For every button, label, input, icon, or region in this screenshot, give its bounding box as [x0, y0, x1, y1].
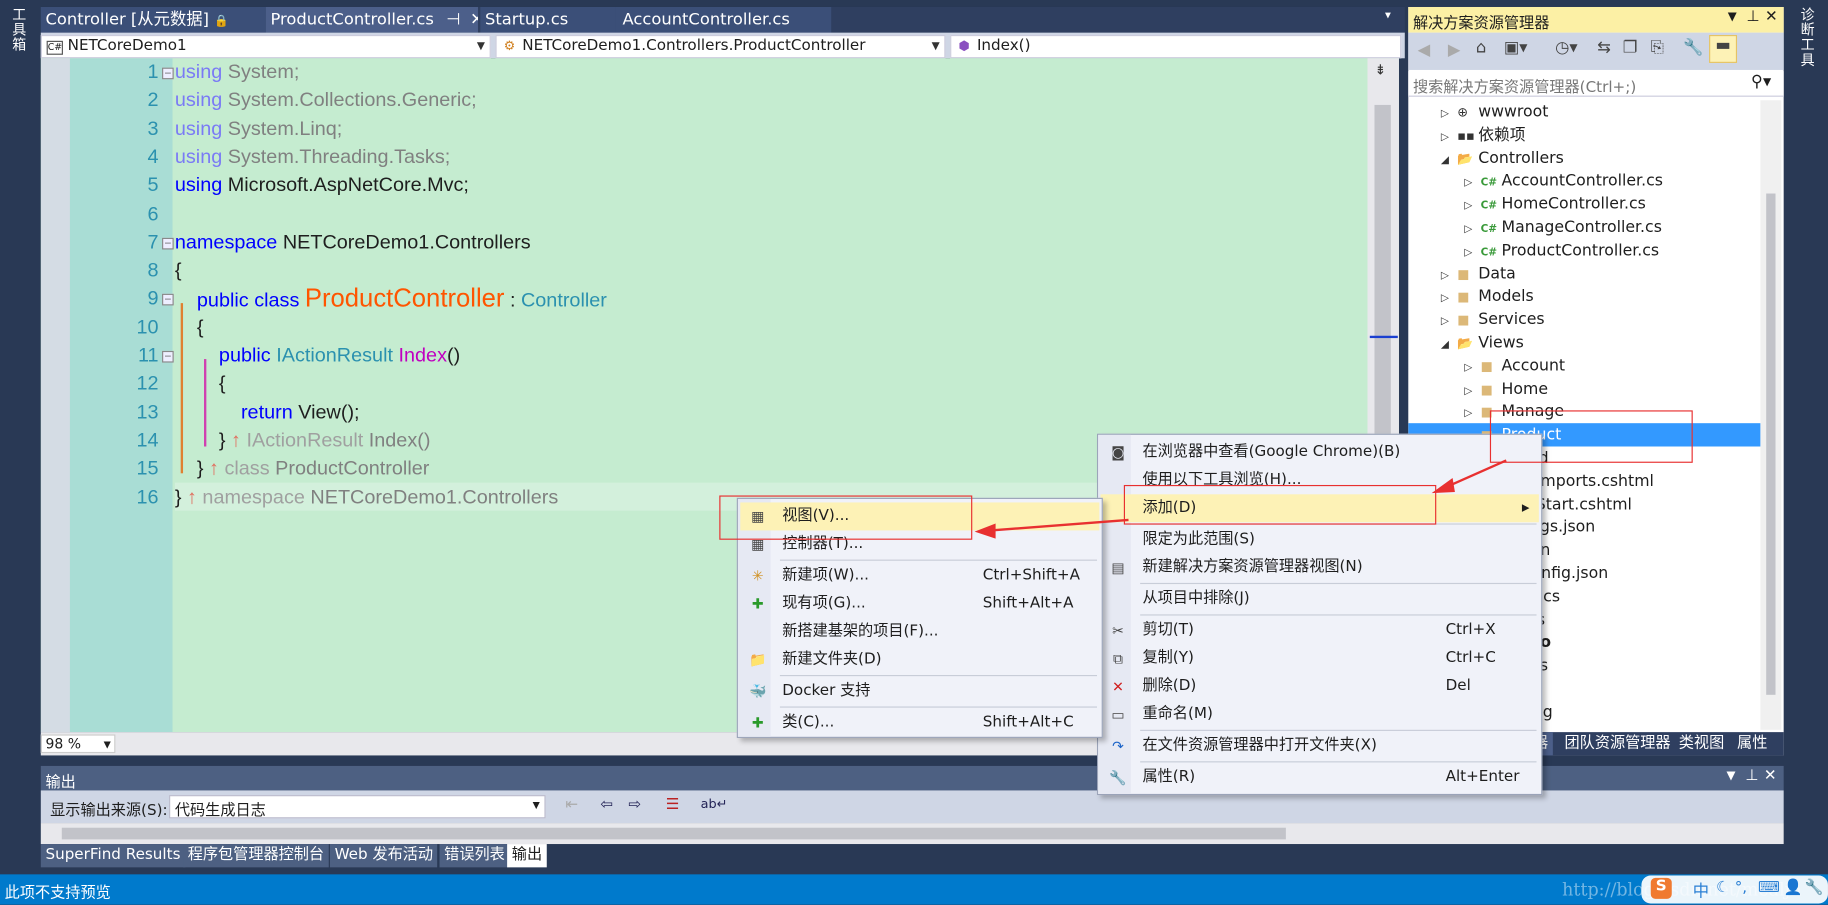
- annotation-arrows: [974, 459, 1507, 539]
- arrowhead-icon: [974, 523, 996, 539]
- arrow-line-2: [990, 518, 1129, 532]
- arrowhead-icon: [1431, 477, 1455, 494]
- arrow-line-1: [1445, 459, 1507, 489]
